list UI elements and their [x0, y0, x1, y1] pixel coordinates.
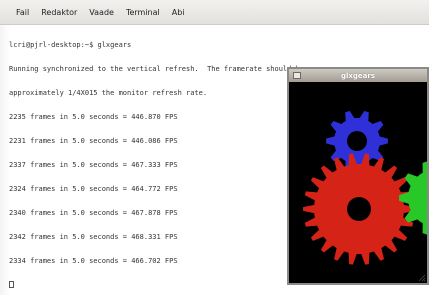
menu-terminal[interactable]: Terminal — [126, 8, 160, 17]
glxgears-titlebar[interactable]: glxgears — [289, 69, 427, 82]
window-menu-icon[interactable] — [293, 72, 301, 79]
menu-abi[interactable]: Abi — [172, 8, 185, 17]
menu-redaktor[interactable]: Redaktor — [41, 8, 77, 17]
terminal-cursor — [9, 281, 14, 288]
green-gear-shape — [399, 161, 427, 235]
menu-vaade[interactable]: Vaade — [89, 8, 114, 17]
terminal-command-line: lcri@pjrl-desktop:~$ glxgears — [9, 41, 132, 49]
glxgears-canvas[interactable] — [289, 82, 427, 283]
glxgears-title: glxgears — [340, 71, 376, 80]
terminal-menubar: Fail Redaktor Vaade Terminal Abi — [0, 0, 429, 25]
desktop-screen: Fail Redaktor Vaade Terminal Abi lcri@pj… — [0, 0, 429, 295]
resize-grip-icon[interactable] — [418, 274, 426, 282]
green-gear — [399, 161, 427, 235]
glxgears-window[interactable]: glxgears — [287, 67, 429, 285]
menu-fail[interactable]: Fail — [16, 8, 29, 17]
